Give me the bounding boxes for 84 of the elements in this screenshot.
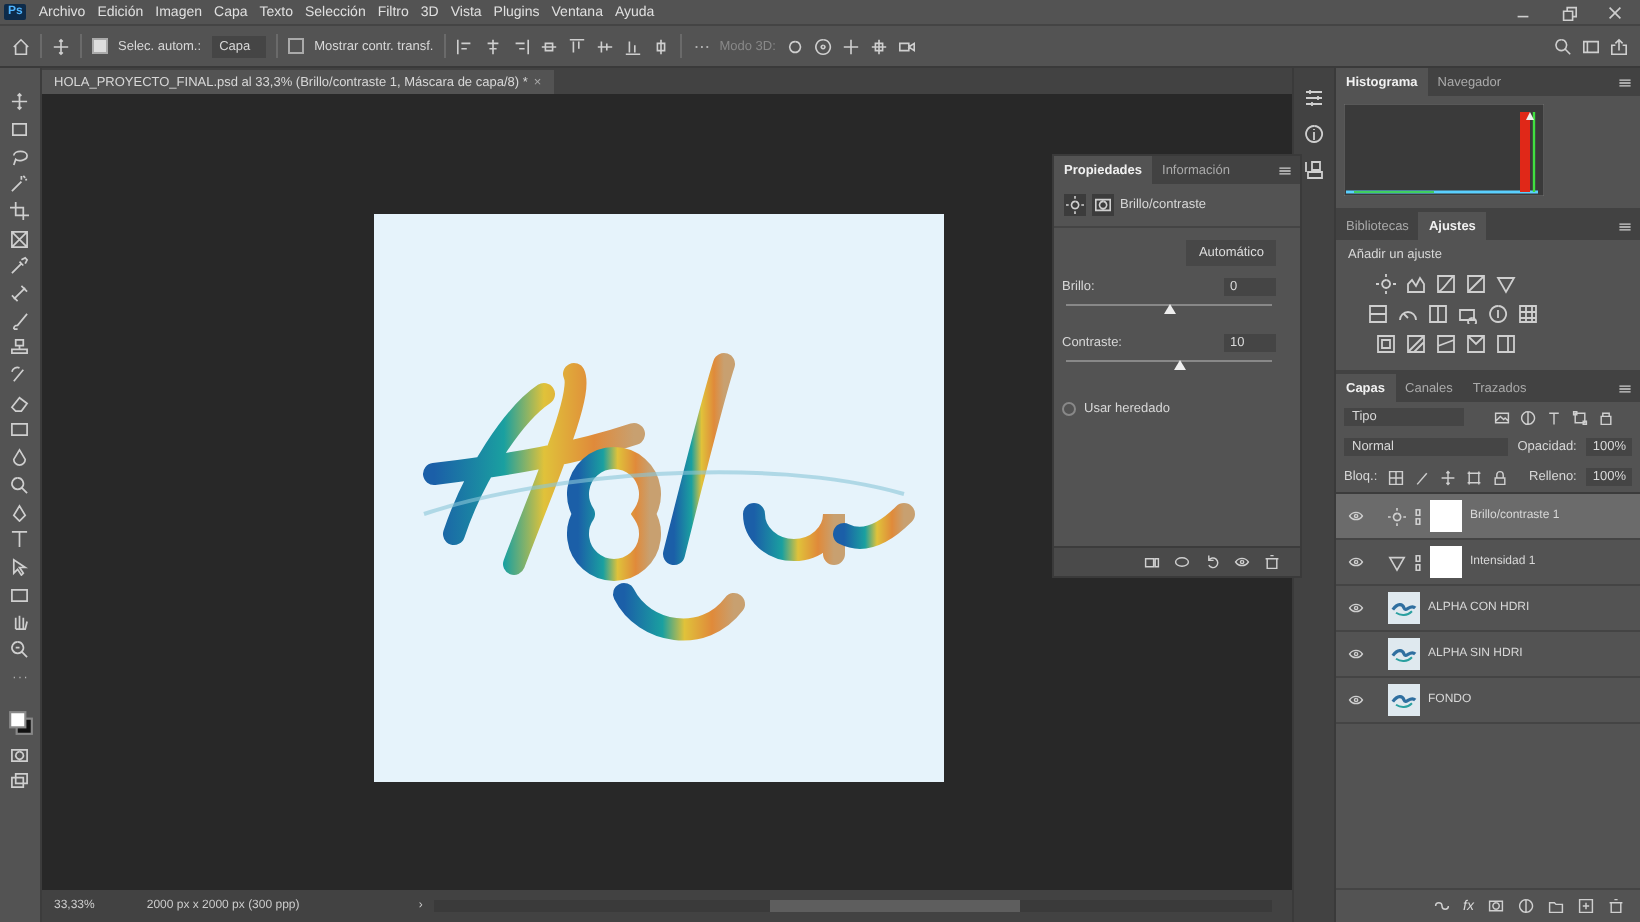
slider-thumb[interactable] xyxy=(1163,304,1175,314)
align-top-icon[interactable] xyxy=(567,37,586,55)
checkbox[interactable] xyxy=(1062,402,1076,416)
hand-icon[interactable] xyxy=(10,612,30,632)
text-filter-icon[interactable] xyxy=(1546,409,1562,425)
image-filter-icon[interactable] xyxy=(1494,409,1510,425)
checkbox[interactable] xyxy=(92,38,108,54)
panel-menu-icon[interactable] xyxy=(1618,75,1632,89)
crop-icon[interactable] xyxy=(10,201,30,221)
eye-icon[interactable] xyxy=(1348,692,1364,708)
panel-menu-icon[interactable] xyxy=(1278,163,1292,177)
home-icon[interactable] xyxy=(12,37,30,55)
brush-lock-icon[interactable] xyxy=(1413,469,1430,485)
eye-icon[interactable] xyxy=(1348,508,1364,524)
restore-icon[interactable] xyxy=(1560,3,1578,21)
sun-icon xyxy=(1388,507,1406,525)
panel-menu-icon[interactable] xyxy=(1618,219,1632,233)
move-icon[interactable] xyxy=(52,37,70,55)
sun-icon[interactable] xyxy=(1376,274,1396,294)
move-icon[interactable] xyxy=(10,92,30,112)
eraser-icon[interactable] xyxy=(10,393,30,413)
align-left-icon[interactable] xyxy=(455,37,474,55)
lock-icon[interactable] xyxy=(1491,469,1508,485)
info-icon[interactable] xyxy=(1304,124,1324,144)
sun-icon[interactable] xyxy=(1064,194,1086,216)
chain-icon xyxy=(1414,553,1422,571)
align-center-icon[interactable] xyxy=(483,37,502,55)
eyedropper-icon[interactable] xyxy=(10,256,30,276)
triangle-icon xyxy=(1388,553,1406,571)
eye-icon[interactable] xyxy=(1348,646,1364,662)
video-camera-icon[interactable] xyxy=(897,37,916,55)
pan-3d-icon[interactable] xyxy=(841,37,860,55)
brush-icon[interactable] xyxy=(10,311,30,331)
mask-icon[interactable] xyxy=(1092,194,1114,216)
magnifier-icon[interactable] xyxy=(10,475,30,495)
shape-filter-icon[interactable] xyxy=(1572,409,1588,425)
trash-icon[interactable] xyxy=(1608,898,1624,914)
workspace-icon[interactable] xyxy=(1582,37,1600,55)
magic-wand-icon[interactable] xyxy=(10,174,30,194)
view-previous-icon[interactable] xyxy=(1174,554,1190,570)
type-icon[interactable] xyxy=(10,530,30,550)
align-right-icon[interactable] xyxy=(511,37,530,55)
mask-thumbnail xyxy=(1430,546,1462,578)
eye-icon[interactable] xyxy=(1234,554,1250,570)
position-lock-icon[interactable] xyxy=(1439,469,1456,485)
close-icon[interactable] xyxy=(1606,3,1624,21)
quick-mask-icon[interactable] xyxy=(10,745,30,764)
eye-icon[interactable] xyxy=(1348,600,1364,616)
color-swatches-icon[interactable] xyxy=(7,710,33,737)
chain-icon xyxy=(1414,507,1422,525)
search-icon[interactable] xyxy=(1554,37,1572,55)
clip-layer-icon[interactable] xyxy=(1144,554,1160,570)
bandage-icon[interactable] xyxy=(10,284,30,303)
eye-icon[interactable] xyxy=(1348,554,1364,570)
drop-icon[interactable] xyxy=(10,448,30,468)
mask-icon[interactable] xyxy=(1488,898,1504,914)
checkbox[interactable] xyxy=(288,38,305,54)
vibrance-icon[interactable] xyxy=(1496,274,1516,294)
stamp-icon[interactable] xyxy=(10,338,30,358)
lasso-icon[interactable] xyxy=(10,147,30,167)
mask-thumbnail xyxy=(1430,500,1462,532)
align-bottom-icon[interactable] xyxy=(623,37,642,55)
history-brush-icon[interactable] xyxy=(10,366,30,386)
trash-icon[interactable] xyxy=(1264,554,1280,570)
align-middle-icon[interactable] xyxy=(595,37,614,55)
pen-icon[interactable] xyxy=(10,503,30,522)
arrow-cursor-icon[interactable] xyxy=(10,557,30,577)
scrollbar[interactable] xyxy=(434,900,1272,912)
rectangle-icon[interactable] xyxy=(10,585,30,605)
reset-icon[interactable] xyxy=(1204,554,1220,570)
slider-thumb[interactable] xyxy=(1173,360,1186,370)
zoom-icon[interactable] xyxy=(10,639,30,659)
share-icon[interactable] xyxy=(1610,37,1628,55)
grid-table-icon[interactable] xyxy=(1518,304,1538,324)
sliders-icon[interactable] xyxy=(1304,88,1324,108)
frame-icon[interactable] xyxy=(10,229,30,249)
screen-mode-icon[interactable] xyxy=(10,772,30,792)
orbit-icon[interactable] xyxy=(785,37,804,55)
levels-icon[interactable] xyxy=(1406,274,1426,294)
panel-menu-icon[interactable] xyxy=(1618,381,1632,395)
marquee-icon[interactable] xyxy=(10,119,30,139)
clone-source-icon[interactable] xyxy=(1304,160,1324,180)
new-layer-icon[interactable] xyxy=(1578,898,1594,914)
folder-icon[interactable] xyxy=(1548,898,1564,914)
